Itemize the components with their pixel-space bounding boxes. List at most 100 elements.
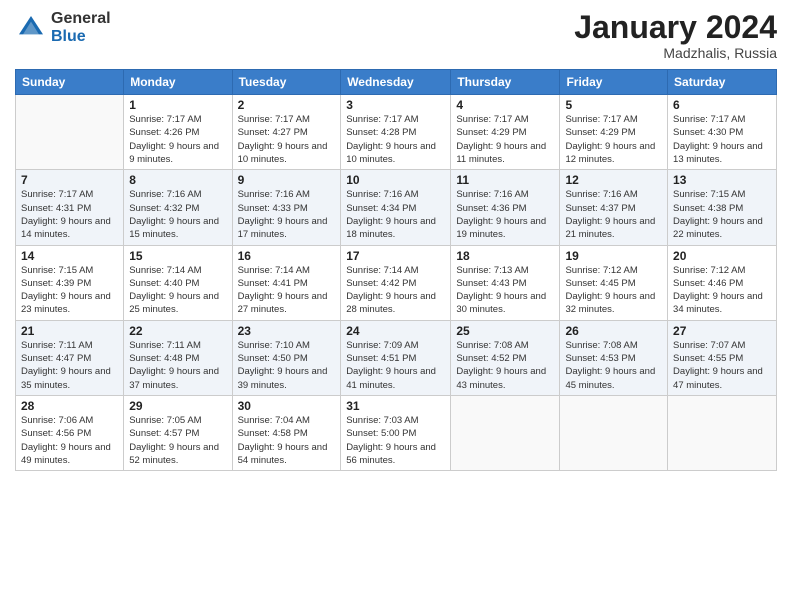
- day-number: 30: [238, 399, 336, 413]
- calendar-week-row: 14 Sunrise: 7:15 AMSunset: 4:39 PMDaylig…: [16, 245, 777, 320]
- table-row: [451, 395, 560, 470]
- day-info: Sunrise: 7:10 AMSunset: 4:50 PMDaylight:…: [238, 340, 328, 391]
- table-row: 2 Sunrise: 7:17 AMSunset: 4:27 PMDayligh…: [232, 95, 341, 170]
- day-info: Sunrise: 7:12 AMSunset: 4:46 PMDaylight:…: [673, 265, 763, 316]
- calendar-table: Sunday Monday Tuesday Wednesday Thursday…: [15, 69, 777, 471]
- day-number: 19: [565, 249, 662, 263]
- title-block: January 2024 Madzhalis, Russia: [574, 10, 777, 61]
- col-friday: Friday: [560, 70, 668, 95]
- day-number: 6: [673, 98, 771, 112]
- day-number: 28: [21, 399, 118, 413]
- day-info: Sunrise: 7:17 AMSunset: 4:26 PMDaylight:…: [129, 114, 219, 165]
- day-number: 26: [565, 324, 662, 338]
- table-row: 13 Sunrise: 7:15 AMSunset: 4:38 PMDaylig…: [668, 170, 777, 245]
- logo-icon: [15, 12, 47, 44]
- day-info: Sunrise: 7:15 AMSunset: 4:38 PMDaylight:…: [673, 189, 763, 240]
- table-row: 9 Sunrise: 7:16 AMSunset: 4:33 PMDayligh…: [232, 170, 341, 245]
- day-number: 21: [21, 324, 118, 338]
- day-info: Sunrise: 7:08 AMSunset: 4:52 PMDaylight:…: [456, 340, 546, 391]
- table-row: 24 Sunrise: 7:09 AMSunset: 4:51 PMDaylig…: [341, 320, 451, 395]
- day-number: 4: [456, 98, 554, 112]
- table-row: 5 Sunrise: 7:17 AMSunset: 4:29 PMDayligh…: [560, 95, 668, 170]
- day-number: 25: [456, 324, 554, 338]
- day-info: Sunrise: 7:17 AMSunset: 4:28 PMDaylight:…: [346, 114, 436, 165]
- day-info: Sunrise: 7:03 AMSunset: 5:00 PMDaylight:…: [346, 415, 436, 466]
- table-row: 28 Sunrise: 7:06 AMSunset: 4:56 PMDaylig…: [16, 395, 124, 470]
- col-sunday: Sunday: [16, 70, 124, 95]
- day-info: Sunrise: 7:17 AMSunset: 4:27 PMDaylight:…: [238, 114, 328, 165]
- table-row: [16, 95, 124, 170]
- table-row: 11 Sunrise: 7:16 AMSunset: 4:36 PMDaylig…: [451, 170, 560, 245]
- day-number: 16: [238, 249, 336, 263]
- day-number: 20: [673, 249, 771, 263]
- table-row: 14 Sunrise: 7:15 AMSunset: 4:39 PMDaylig…: [16, 245, 124, 320]
- day-number: 9: [238, 173, 336, 187]
- day-number: 24: [346, 324, 445, 338]
- table-row: 7 Sunrise: 7:17 AMSunset: 4:31 PMDayligh…: [16, 170, 124, 245]
- day-info: Sunrise: 7:12 AMSunset: 4:45 PMDaylight:…: [565, 265, 655, 316]
- table-row: 25 Sunrise: 7:08 AMSunset: 4:52 PMDaylig…: [451, 320, 560, 395]
- page: General Blue January 2024 Madzhalis, Rus…: [0, 0, 792, 612]
- day-number: 10: [346, 173, 445, 187]
- table-row: 6 Sunrise: 7:17 AMSunset: 4:30 PMDayligh…: [668, 95, 777, 170]
- day-number: 12: [565, 173, 662, 187]
- day-info: Sunrise: 7:17 AMSunset: 4:30 PMDaylight:…: [673, 114, 763, 165]
- calendar-week-row: 21 Sunrise: 7:11 AMSunset: 4:47 PMDaylig…: [16, 320, 777, 395]
- day-info: Sunrise: 7:14 AMSunset: 4:41 PMDaylight:…: [238, 265, 328, 316]
- day-info: Sunrise: 7:14 AMSunset: 4:40 PMDaylight:…: [129, 265, 219, 316]
- col-tuesday: Tuesday: [232, 70, 341, 95]
- table-row: 1 Sunrise: 7:17 AMSunset: 4:26 PMDayligh…: [124, 95, 232, 170]
- table-row: 10 Sunrise: 7:16 AMSunset: 4:34 PMDaylig…: [341, 170, 451, 245]
- day-number: 7: [21, 173, 118, 187]
- table-row: 15 Sunrise: 7:14 AMSunset: 4:40 PMDaylig…: [124, 245, 232, 320]
- table-row: [560, 395, 668, 470]
- table-row: 19 Sunrise: 7:12 AMSunset: 4:45 PMDaylig…: [560, 245, 668, 320]
- day-info: Sunrise: 7:13 AMSunset: 4:43 PMDaylight:…: [456, 265, 546, 316]
- day-number: 8: [129, 173, 226, 187]
- day-number: 27: [673, 324, 771, 338]
- day-info: Sunrise: 7:11 AMSunset: 4:48 PMDaylight:…: [129, 340, 219, 391]
- day-number: 31: [346, 399, 445, 413]
- day-number: 13: [673, 173, 771, 187]
- table-row: 23 Sunrise: 7:10 AMSunset: 4:50 PMDaylig…: [232, 320, 341, 395]
- day-info: Sunrise: 7:16 AMSunset: 4:36 PMDaylight:…: [456, 189, 546, 240]
- table-row: 8 Sunrise: 7:16 AMSunset: 4:32 PMDayligh…: [124, 170, 232, 245]
- day-info: Sunrise: 7:16 AMSunset: 4:37 PMDaylight:…: [565, 189, 655, 240]
- day-info: Sunrise: 7:17 AMSunset: 4:31 PMDaylight:…: [21, 189, 111, 240]
- table-row: 12 Sunrise: 7:16 AMSunset: 4:37 PMDaylig…: [560, 170, 668, 245]
- day-number: 22: [129, 324, 226, 338]
- calendar-week-row: 28 Sunrise: 7:06 AMSunset: 4:56 PMDaylig…: [16, 395, 777, 470]
- day-number: 17: [346, 249, 445, 263]
- logo-blue: Blue: [51, 28, 111, 46]
- day-number: 29: [129, 399, 226, 413]
- table-row: 26 Sunrise: 7:08 AMSunset: 4:53 PMDaylig…: [560, 320, 668, 395]
- day-info: Sunrise: 7:15 AMSunset: 4:39 PMDaylight:…: [21, 265, 111, 316]
- day-info: Sunrise: 7:05 AMSunset: 4:57 PMDaylight:…: [129, 415, 219, 466]
- day-info: Sunrise: 7:14 AMSunset: 4:42 PMDaylight:…: [346, 265, 436, 316]
- day-number: 18: [456, 249, 554, 263]
- day-number: 11: [456, 173, 554, 187]
- col-saturday: Saturday: [668, 70, 777, 95]
- table-row: 16 Sunrise: 7:14 AMSunset: 4:41 PMDaylig…: [232, 245, 341, 320]
- day-info: Sunrise: 7:16 AMSunset: 4:34 PMDaylight:…: [346, 189, 436, 240]
- day-info: Sunrise: 7:07 AMSunset: 4:55 PMDaylight:…: [673, 340, 763, 391]
- col-monday: Monday: [124, 70, 232, 95]
- table-row: 3 Sunrise: 7:17 AMSunset: 4:28 PMDayligh…: [341, 95, 451, 170]
- logo-general: General: [51, 10, 111, 28]
- col-thursday: Thursday: [451, 70, 560, 95]
- day-info: Sunrise: 7:17 AMSunset: 4:29 PMDaylight:…: [565, 114, 655, 165]
- day-info: Sunrise: 7:17 AMSunset: 4:29 PMDaylight:…: [456, 114, 546, 165]
- day-number: 15: [129, 249, 226, 263]
- calendar-week-row: 7 Sunrise: 7:17 AMSunset: 4:31 PMDayligh…: [16, 170, 777, 245]
- title-location: Madzhalis, Russia: [574, 45, 777, 61]
- day-info: Sunrise: 7:08 AMSunset: 4:53 PMDaylight:…: [565, 340, 655, 391]
- col-wednesday: Wednesday: [341, 70, 451, 95]
- table-row: 20 Sunrise: 7:12 AMSunset: 4:46 PMDaylig…: [668, 245, 777, 320]
- table-row: 27 Sunrise: 7:07 AMSunset: 4:55 PMDaylig…: [668, 320, 777, 395]
- header: General Blue January 2024 Madzhalis, Rus…: [15, 10, 777, 61]
- day-number: 3: [346, 98, 445, 112]
- day-info: Sunrise: 7:06 AMSunset: 4:56 PMDaylight:…: [21, 415, 111, 466]
- table-row: 4 Sunrise: 7:17 AMSunset: 4:29 PMDayligh…: [451, 95, 560, 170]
- logo: General Blue: [15, 10, 111, 45]
- logo-text: General Blue: [51, 10, 111, 45]
